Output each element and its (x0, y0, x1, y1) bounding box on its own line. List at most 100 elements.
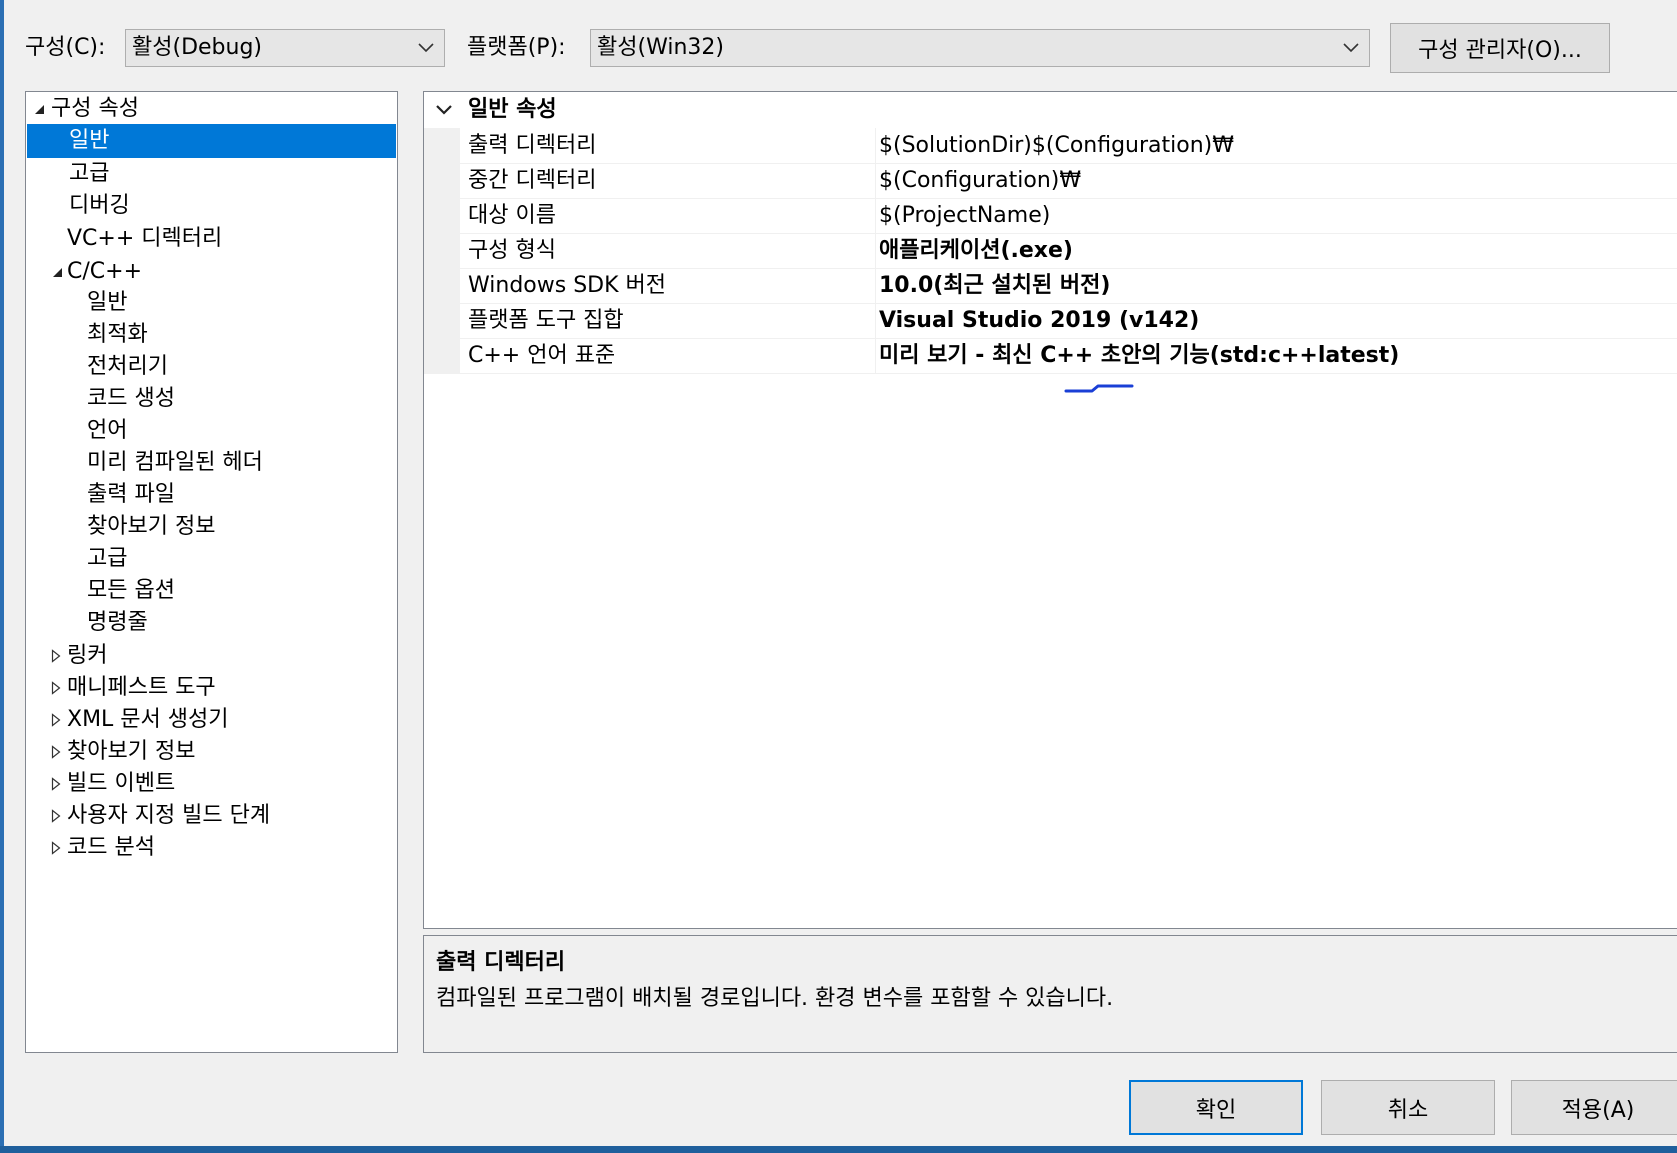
category-general-properties[interactable]: 일반 속성 (424, 92, 1677, 128)
property-name: 구성 형식 (468, 238, 556, 263)
tree-item-label: 고급 (87, 546, 128, 571)
tree-item-label: 찾아보기 정보 (87, 514, 216, 539)
collapsed-triangle-icon[interactable] (51, 703, 61, 737)
tree-item-code-analysis[interactable]: 코드 분석 (27, 831, 396, 865)
tree-item-cpp-browse-info[interactable]: 찾아보기 정보 (27, 510, 396, 544)
tree-item-label: 코드 생성 (87, 386, 175, 411)
description-panel: 출력 디렉터리 컴파일된 프로그램이 배치될 경로입니다. 환경 변수를 포함할… (423, 935, 1677, 1053)
platform-dropdown-value: 활성(Win32) (597, 35, 724, 60)
row-gutter (424, 303, 460, 338)
property-name: 플랫폼 도구 집합 (468, 308, 624, 333)
window-edge-bottom (0, 1146, 1677, 1153)
category-label: 일반 속성 (468, 97, 557, 122)
tree-item-label: 미리 컴파일된 헤더 (87, 450, 263, 475)
row-gutter (424, 163, 460, 198)
tree-item-build-events[interactable]: 빌드 이벤트 (27, 767, 396, 801)
row-gutter (424, 128, 460, 163)
tree-item-label: XML 문서 생성기 (67, 707, 229, 732)
tree-item-xml-doc[interactable]: XML 문서 생성기 (27, 703, 396, 737)
property-value[interactable]: $(SolutionDir)$(Configuration)₩ (875, 128, 1234, 163)
tree-item-cpp-codegen[interactable]: 코드 생성 (27, 382, 396, 416)
tree-item-cpp[interactable]: C/C++ (27, 255, 396, 289)
tree-item-label: 사용자 지정 빌드 단계 (67, 803, 271, 828)
property-value[interactable]: 애플리케이션(.exe) (875, 233, 1073, 268)
property-row-windows-sdk[interactable]: Windows SDK 버전 10.0(최근 설치된 버전) (424, 268, 1677, 304)
property-name: Windows SDK 버전 (468, 273, 667, 298)
row-gutter (424, 338, 460, 373)
property-row-platform-toolset[interactable]: 플랫폼 도구 집합 Visual Studio 2019 (v142) (424, 303, 1677, 339)
property-name: 중간 디렉터리 (468, 168, 597, 193)
expanded-triangle-icon[interactable] (51, 255, 63, 289)
tree-item-advanced[interactable]: 고급 (27, 157, 396, 191)
tree-item-cpp-pch[interactable]: 미리 컴파일된 헤더 (27, 446, 396, 480)
tree-item-cpp-general[interactable]: 일반 (27, 286, 396, 320)
row-gutter (424, 233, 460, 268)
apply-button[interactable]: 적용(A) (1511, 1080, 1677, 1135)
tree-item-label: 찾아보기 정보 (67, 739, 196, 764)
tree-item-cpp-optimization[interactable]: 최적화 (27, 318, 396, 352)
property-value[interactable]: Visual Studio 2019 (v142) (875, 303, 1199, 338)
collapsed-triangle-icon[interactable] (51, 671, 61, 705)
property-row-target-name[interactable]: 대상 이름 $(ProjectName) (424, 198, 1677, 234)
row-gutter (424, 198, 460, 233)
tree-item-label: 일반 (87, 290, 128, 315)
tree-item-label: 언어 (87, 418, 128, 443)
tree-item-cpp-language[interactable]: 언어 (27, 414, 396, 448)
ok-button[interactable]: 확인 (1129, 1080, 1303, 1135)
annotation-underline (1064, 384, 1134, 393)
tree-item-label: 디버깅 (69, 193, 130, 218)
tree-item-custom-build-step[interactable]: 사용자 지정 빌드 단계 (27, 799, 396, 833)
config-dropdown[interactable]: 활성(Debug) (125, 29, 445, 67)
tree-item-label: 고급 (69, 161, 110, 186)
property-tree[interactable]: 구성 속성 일반 고급 디버깅 VC++ 디렉터리 C/C++ 일반 최적화 전… (25, 91, 398, 1053)
tree-item-vc-directories[interactable]: VC++ 디렉터리 (27, 222, 396, 256)
tree-item-manifest-tool[interactable]: 매니페스트 도구 (27, 671, 396, 705)
tree-item-label: 출력 파일 (87, 482, 175, 507)
property-row-cpp-standard[interactable]: C++ 언어 표준 미리 보기 - 최신 C++ 초안의 기능(std:c++l… (424, 338, 1677, 374)
tree-item-cpp-command-line[interactable]: 명령줄 (27, 606, 396, 640)
tree-item-label: 명령줄 (87, 610, 148, 635)
config-dropdown-value: 활성(Debug) (132, 35, 262, 60)
property-value[interactable]: 10.0(최근 설치된 버전) (875, 268, 1110, 303)
property-value[interactable]: 미리 보기 - 최신 C++ 초안의 기능(std:c++latest) (875, 338, 1399, 373)
tree-item-label: 코드 분석 (67, 835, 155, 860)
collapsed-triangle-icon[interactable] (51, 767, 61, 801)
platform-dropdown[interactable]: 활성(Win32) (590, 29, 1370, 67)
tree-item-general[interactable]: 일반 (27, 124, 396, 158)
property-row-configuration-type[interactable]: 구성 형식 애플리케이션(.exe) (424, 233, 1677, 269)
property-name: 출력 디렉터리 (468, 133, 597, 158)
collapsed-triangle-icon[interactable] (51, 639, 61, 673)
tree-item-cpp-output-files[interactable]: 출력 파일 (27, 478, 396, 512)
property-value[interactable]: $(Configuration)₩ (875, 163, 1081, 198)
property-name: C++ 언어 표준 (468, 343, 616, 368)
platform-label: 플랫폼(P): (467, 35, 566, 60)
tree-item-label: 링커 (67, 643, 108, 668)
description-title: 출력 디렉터리 (436, 950, 566, 975)
chevron-down-icon[interactable] (436, 92, 452, 128)
tree-item-cpp-preprocessor[interactable]: 전처리기 (27, 350, 396, 384)
property-grid[interactable]: 일반 속성 출력 디렉터리 $(SolutionDir)$(Configurat… (423, 91, 1677, 929)
tree-item-label: C/C++ (67, 259, 143, 284)
tree-item-browse-info[interactable]: 찾아보기 정보 (27, 735, 396, 769)
tree-item-cpp-advanced[interactable]: 고급 (27, 542, 396, 576)
collapsed-triangle-icon[interactable] (51, 799, 61, 833)
tree-item-label: 일반 (69, 128, 110, 153)
tree-item-linker[interactable]: 링커 (27, 639, 396, 673)
tree-root[interactable]: 구성 속성 (27, 92, 396, 126)
cancel-button[interactable]: 취소 (1321, 1080, 1495, 1135)
tree-item-label: VC++ 디렉터리 (67, 226, 223, 251)
expanded-triangle-icon[interactable] (33, 92, 45, 126)
collapsed-triangle-icon[interactable] (51, 735, 61, 769)
property-value[interactable]: $(ProjectName) (875, 198, 1050, 233)
description-text: 컴파일된 프로그램이 배치될 경로입니다. 환경 변수를 포함할 수 있습니다. (436, 986, 1114, 1011)
property-row-output-dir[interactable]: 출력 디렉터리 $(SolutionDir)$(Configuration)₩ (424, 128, 1677, 164)
tree-item-label: 빌드 이벤트 (67, 771, 176, 796)
property-name: 대상 이름 (468, 203, 556, 228)
tree-item-cpp-all-options[interactable]: 모든 옵션 (27, 574, 396, 608)
config-manager-button[interactable]: 구성 관리자(O)... (1390, 23, 1610, 73)
tree-item-label: 최적화 (87, 322, 148, 347)
property-row-intermediate-dir[interactable]: 중간 디렉터리 $(Configuration)₩ (424, 163, 1677, 199)
collapsed-triangle-icon[interactable] (51, 831, 61, 865)
tree-item-debugging[interactable]: 디버깅 (27, 189, 396, 223)
tree-root-label: 구성 속성 (51, 96, 139, 121)
